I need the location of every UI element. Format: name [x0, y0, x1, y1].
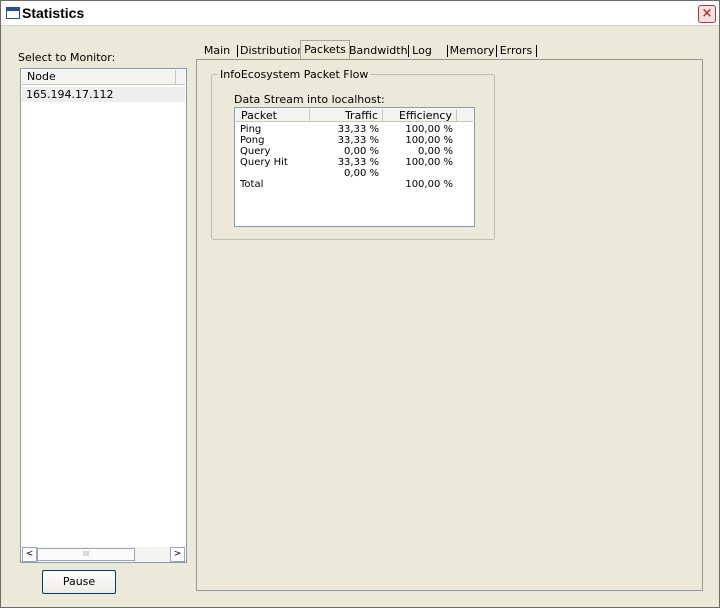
node-column-header[interactable]: Node — [22, 70, 176, 84]
window-title: Statistics — [22, 5, 85, 21]
horizontal-scrollbar[interactable]: < III > — [22, 547, 185, 562]
tab-main[interactable]: Main — [199, 42, 235, 59]
cell-traffic: 33,33 % — [337, 157, 379, 168]
pause-button[interactable]: Pause — [42, 570, 116, 594]
packet-table[interactable]: Packet Traffic Efficiency Ping 33,33 % 1… — [234, 107, 475, 227]
tab-bandwidth[interactable]: Bandwidth — [349, 42, 408, 59]
tab-packets[interactable]: Packets — [300, 40, 350, 60]
statistics-window: Statistics × Select to Monitor: Node 165… — [0, 0, 720, 608]
packets-tab-panel: InfoEcosystem Packet Flow Data Stream in… — [196, 59, 703, 591]
column-header-filler — [457, 109, 473, 122]
node-row[interactable]: 165.194.17.112 — [22, 87, 185, 102]
tab-separator — [237, 45, 238, 57]
title-bar[interactable]: Statistics × — [1, 1, 719, 26]
cell-traffic: 33,33 % — [337, 135, 379, 146]
tab-separator — [447, 45, 448, 57]
node-list[interactable]: Node 165.194.17.112 < III > — [20, 68, 187, 563]
group-title: InfoEcosystem Packet Flow — [218, 68, 371, 81]
cell-traffic: 0,00 % — [344, 168, 379, 179]
scroll-left-icon[interactable]: < — [22, 547, 37, 562]
cell-packet: Total — [240, 179, 264, 190]
column-header-packet[interactable]: Packet — [236, 109, 310, 122]
cell-efficiency: 100,00 % — [405, 179, 453, 190]
tab-distribution[interactable]: Distribution — [240, 42, 304, 59]
scroll-thumb[interactable]: III — [37, 548, 135, 561]
cell-traffic: 33,33 % — [337, 124, 379, 135]
cell-efficiency: 100,00 % — [405, 124, 453, 135]
tab-log[interactable]: Log — [410, 42, 434, 59]
client-area: Select to Monitor: Node 165.194.17.112 <… — [3, 27, 717, 605]
select-monitor-label: Select to Monitor: — [18, 51, 116, 64]
packet-flow-group: InfoEcosystem Packet Flow Data Stream in… — [211, 68, 495, 240]
close-button[interactable]: × — [698, 5, 716, 23]
tab-separator — [536, 45, 537, 57]
tab-separator — [408, 45, 409, 57]
cell-traffic: 0,00 % — [344, 146, 379, 157]
tab-memory[interactable]: Memory — [449, 42, 495, 59]
scroll-right-icon[interactable]: > — [170, 547, 185, 562]
column-header-traffic[interactable]: Traffic — [310, 109, 383, 122]
cell-efficiency: 100,00 % — [405, 157, 453, 168]
window-icon — [6, 7, 20, 19]
cell-efficiency: 100,00 % — [405, 135, 453, 146]
cell-efficiency: 0,00 % — [418, 146, 453, 157]
stream-label: Data Stream into localhost: — [234, 93, 385, 106]
tab-separator — [496, 45, 497, 57]
tab-errors[interactable]: Errors — [498, 42, 534, 59]
column-header-efficiency[interactable]: Efficiency — [383, 109, 457, 122]
node-list-header: Node — [22, 70, 185, 85]
